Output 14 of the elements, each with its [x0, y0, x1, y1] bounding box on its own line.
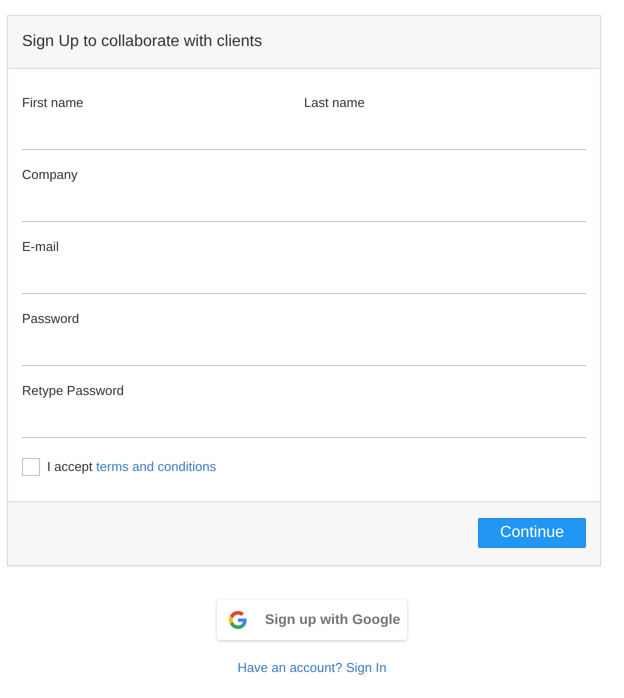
- terms-link[interactable]: terms and conditions: [96, 459, 216, 474]
- continue-button[interactable]: Continue: [478, 518, 586, 548]
- terms-text: I accept terms and conditions: [47, 458, 216, 476]
- field-label: First name: [22, 95, 84, 111]
- terms-checkbox[interactable]: [22, 458, 40, 476]
- field-label: Company: [22, 167, 78, 183]
- google-g-icon: [229, 610, 247, 628]
- google-signup-button[interactable]: Sign up with Google: [217, 600, 407, 640]
- card-title: Sign Up to collaborate with clients: [22, 32, 262, 52]
- field-label: Password: [22, 311, 80, 327]
- signin-link[interactable]: Have an account? Sign In: [238, 658, 386, 677]
- field-label: Retype Password: [22, 383, 124, 399]
- field-label: Last name: [304, 95, 365, 111]
- field-label: E-mail: [22, 239, 59, 255]
